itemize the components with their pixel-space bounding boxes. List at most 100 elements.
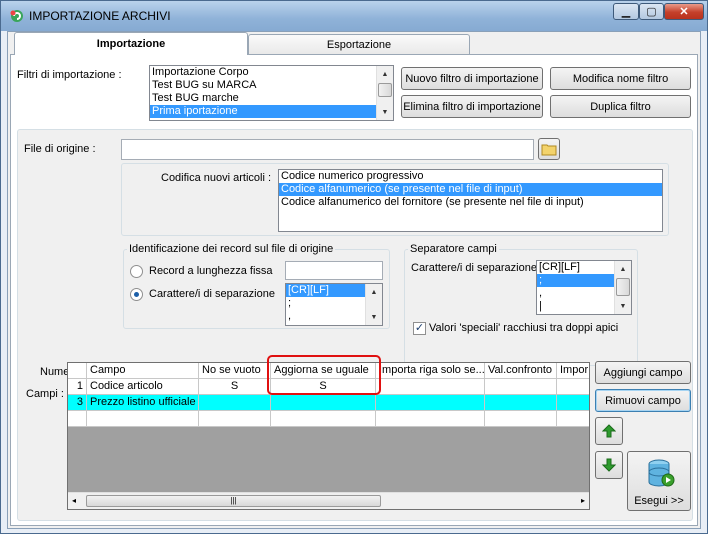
separator-label: Carattere/i di separazione <box>149 288 275 300</box>
record-id-group: Identificazione dei record sul file di o… <box>123 243 390 329</box>
fixed-length-label: Record a lunghezza fissa <box>149 265 273 277</box>
minimize-button[interactable]: ▁ <box>613 3 639 20</box>
import-window: IMPORTAZIONE ARCHIVI ▁ ▢ ✕ Importazione … <box>0 0 708 534</box>
cell-no-vuoto[interactable]: S <box>199 379 271 395</box>
tab-label: Importazione <box>96 38 166 50</box>
record-id-title: Identificazione dei record sul file di o… <box>127 243 336 255</box>
field-separator-title: Separatore campi <box>408 243 499 255</box>
fixed-length-radio[interactable] <box>130 265 143 278</box>
record-separator-listbox[interactable]: [CR][LF] ; , ▲ ▼ <box>285 283 383 326</box>
cell-val[interactable] <box>485 379 557 395</box>
delete-filter-button[interactable]: Elimina filtro di importazione <box>401 95 543 118</box>
scroll-up-icon[interactable]: ▲ <box>366 284 382 300</box>
app-icon <box>10 10 23 22</box>
list-item[interactable]: Prima iportazione <box>150 105 393 118</box>
cell-impor[interactable] <box>557 379 589 395</box>
cell-val[interactable] <box>485 411 557 427</box>
close-button[interactable]: ✕ <box>664 3 704 20</box>
row-number: 3 <box>68 395 87 411</box>
cell-impor[interactable] <box>557 395 589 411</box>
cell-impor[interactable] <box>557 411 589 427</box>
quotes-label: Valori 'speciali' racchiusi tra doppi ap… <box>429 322 619 334</box>
list-item[interactable]: Codice numerico progressivo <box>279 170 662 183</box>
source-file-input[interactable] <box>121 139 534 160</box>
scroll-thumb[interactable] <box>378 83 392 97</box>
coding-group: Codifica nuovi articoli : Codice numeric… <box>121 163 669 236</box>
title-bar: IMPORTAZIONE ARCHIVI ▁ ▢ ✕ <box>1 1 707 31</box>
cell-aggiorna[interactable] <box>271 395 376 411</box>
field-separator-listbox[interactable]: [CR][LF] ; , | ▲ ▼ <box>536 260 632 315</box>
coding-listbox[interactable]: Codice numerico progressivo Codice alfan… <box>278 169 663 232</box>
remove-field-button[interactable]: Rimuovi campo <box>595 389 691 412</box>
column-header[interactable]: Val.confronto <box>485 363 557 379</box>
filters-label: Filtri di importazione : <box>17 69 122 81</box>
maximize-icon: ▢ <box>646 6 657 18</box>
cell-no-vuoto[interactable] <box>199 395 271 411</box>
cell-importa[interactable] <box>376 411 485 427</box>
filters-scrollbar[interactable]: ▲ ▼ <box>376 66 393 120</box>
cell-campo[interactable] <box>87 411 199 427</box>
column-header[interactable]: No se vuoto <box>199 363 271 379</box>
run-label: Esegui >> <box>634 495 684 507</box>
rename-filter-button[interactable]: Modifica nome filtro <box>550 67 691 90</box>
list-item[interactable]: Test BUG marche <box>150 92 393 105</box>
column-header[interactable]: Campo <box>87 363 199 379</box>
list-item[interactable]: Codice alfanumerico (se presente nel fil… <box>279 183 662 196</box>
grid-corner <box>68 363 87 379</box>
tab-importazione[interactable]: Importazione <box>14 32 248 55</box>
duplicate-filter-button[interactable]: Duplica filtro <box>550 95 691 118</box>
scroll-up-icon[interactable]: ▲ <box>615 261 631 277</box>
scroll-thumb[interactable] <box>616 278 630 296</box>
cell-campo[interactable]: Prezzo listino ufficiale <box>87 395 199 411</box>
maximize-button[interactable]: ▢ <box>639 3 664 20</box>
filters-listbox[interactable]: Importazione Corpo Test BUG su MARCA Tes… <box>149 65 394 121</box>
grid-horizontal-scrollbar[interactable]: ◂ ||| ▸ <box>68 492 589 509</box>
scroll-right-icon[interactable]: ▸ <box>581 496 585 505</box>
scroll-down-icon[interactable]: ▼ <box>366 309 382 325</box>
coding-label: Codifica nuovi articoli : <box>161 172 272 184</box>
scroll-down-icon[interactable]: ▼ <box>377 104 393 120</box>
new-filter-button[interactable]: Nuovo filtro di importazione <box>401 67 543 90</box>
cell-val[interactable] <box>485 395 557 411</box>
scroll-down-icon[interactable]: ▼ <box>615 298 631 314</box>
window-title: IMPORTAZIONE ARCHIVI <box>29 9 171 23</box>
column-header[interactable]: Impor <box>557 363 589 379</box>
client-area: Importazione Esportazione Filtri di impo… <box>7 31 701 529</box>
highlight-box <box>267 355 381 395</box>
move-down-button[interactable] <box>595 451 623 479</box>
fields-label: Campi : <box>26 388 64 400</box>
add-field-button[interactable]: Aggiungi campo <box>595 361 691 384</box>
record-separator-scrollbar[interactable]: ▲ ▼ <box>365 284 382 325</box>
arrow-down-icon <box>602 458 616 472</box>
cell-importa[interactable] <box>376 395 485 411</box>
cell-importa[interactable] <box>376 379 485 395</box>
field-separator-label: Carattere/i di separazione <box>411 262 537 274</box>
cell-no-vuoto[interactable] <box>199 411 271 427</box>
quotes-checkbox[interactable]: ✓ <box>413 322 426 335</box>
list-item[interactable]: Importazione Corpo <box>150 66 393 79</box>
cell-campo[interactable]: Codice articolo <box>87 379 199 395</box>
minimize-icon: ▁ <box>621 6 631 18</box>
source-file-label: File di origine : <box>24 143 96 155</box>
tab-esportazione[interactable]: Esportazione <box>248 34 470 55</box>
tab-label: Esportazione <box>326 39 392 51</box>
arrow-up-icon <box>602 424 616 438</box>
folder-icon <box>541 144 557 156</box>
database-run-icon <box>648 459 675 487</box>
close-icon: ✕ <box>679 6 689 18</box>
cell-aggiorna[interactable] <box>271 411 376 427</box>
field-separator-scrollbar[interactable]: ▲ ▼ <box>614 261 631 314</box>
column-header[interactable]: Importa riga solo se... <box>376 363 485 379</box>
scroll-thumb[interactable]: ||| <box>86 495 381 507</box>
move-up-button[interactable] <box>595 417 623 445</box>
list-item[interactable]: Codice alfanumerico del fornitore (se pr… <box>279 196 662 209</box>
field-separator-group: Separatore campi Carattere/i di separazi… <box>404 243 638 366</box>
scroll-up-icon[interactable]: ▲ <box>377 66 393 82</box>
scroll-left-icon[interactable]: ◂ <box>72 496 76 505</box>
separator-radio[interactable] <box>130 288 143 301</box>
browse-button[interactable] <box>538 138 560 160</box>
list-item[interactable]: Test BUG su MARCA <box>150 79 393 92</box>
import-tab-page: Filtri di importazione : Importazione Co… <box>10 54 698 526</box>
fixed-length-input[interactable] <box>285 261 383 280</box>
run-button[interactable]: Esegui >> <box>627 451 691 511</box>
